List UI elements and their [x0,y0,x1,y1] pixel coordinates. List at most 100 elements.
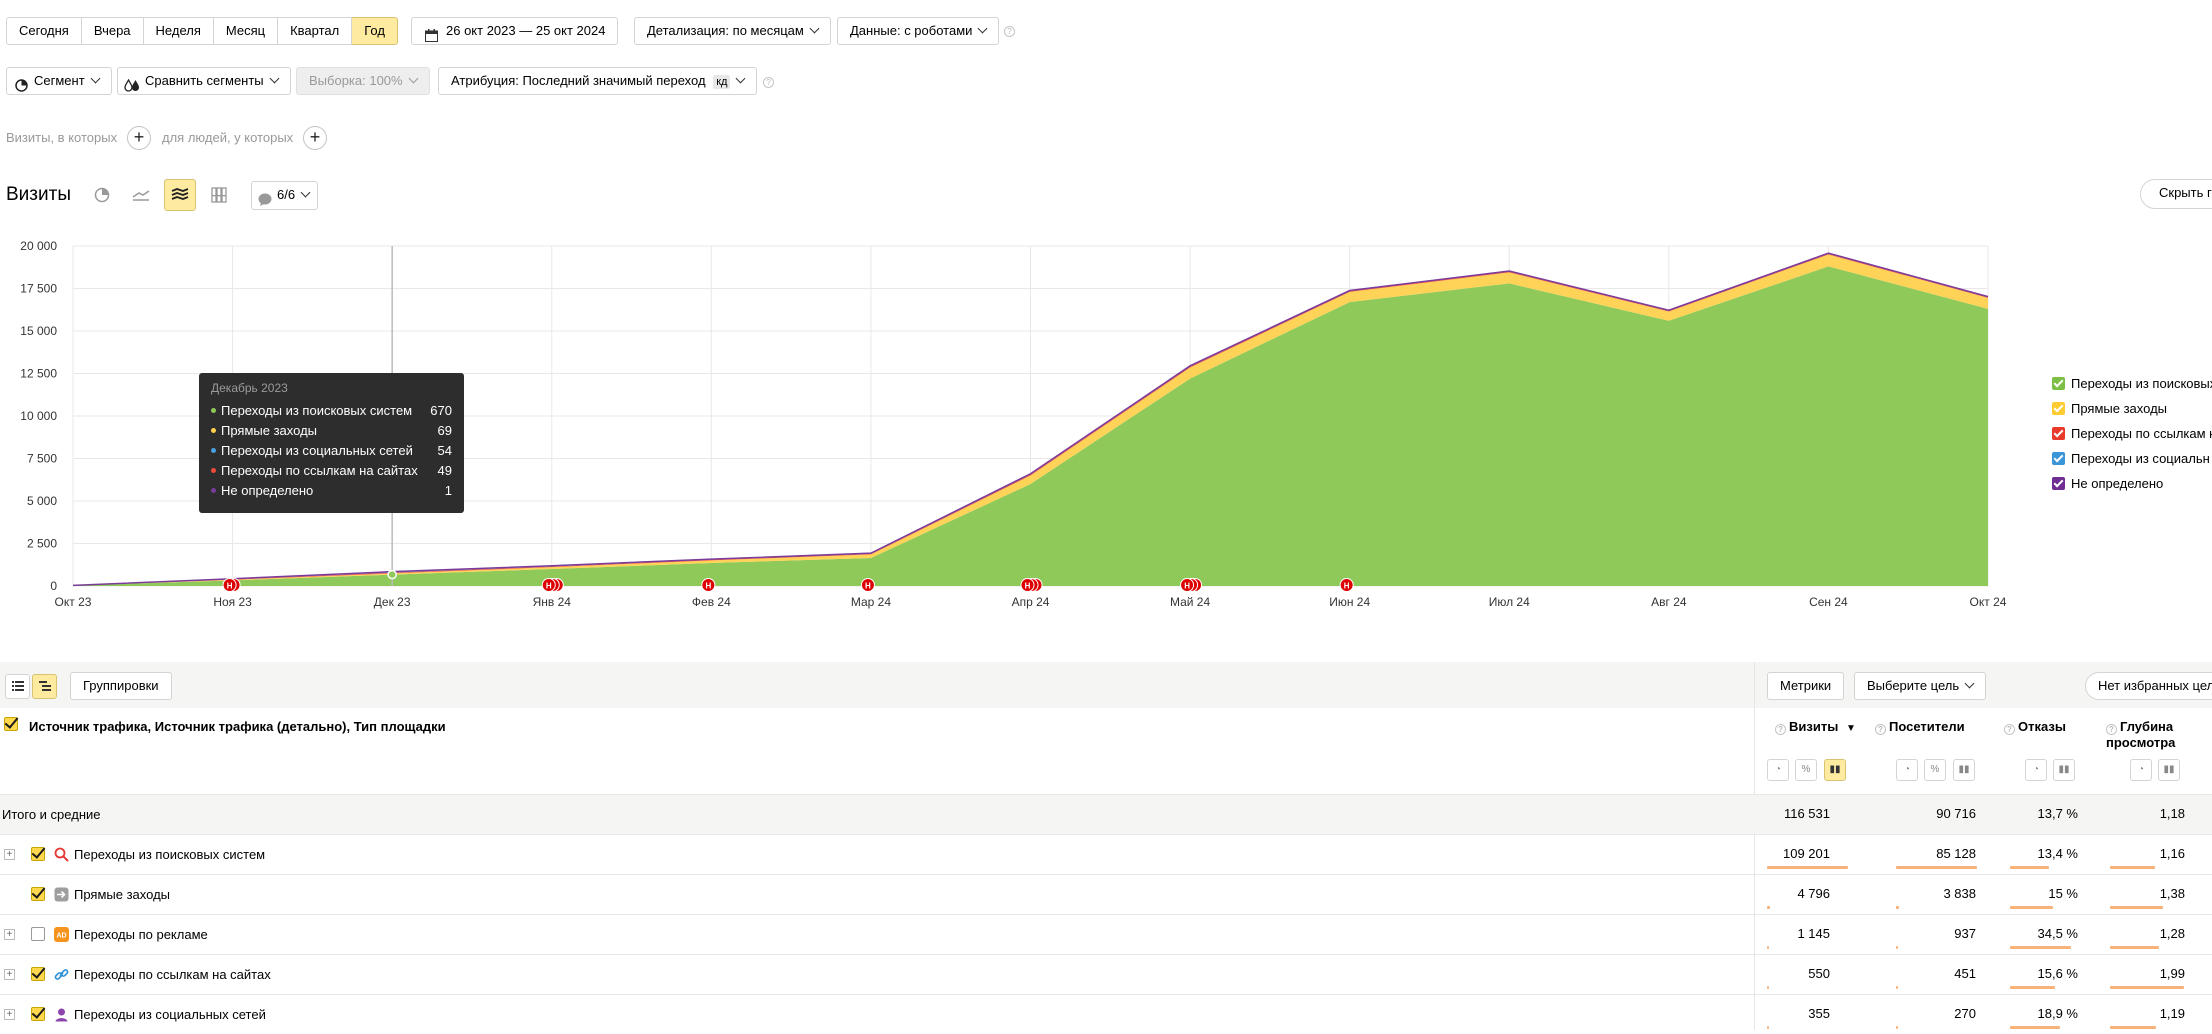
row-checkbox[interactable] [31,887,45,901]
row-checkbox[interactable] [31,847,45,861]
row-depth: 1,19 [2159,1006,2185,1021]
add-people-filter-button[interactable]: + [303,126,327,150]
segment-dropdown[interactable]: Сегмент [6,67,112,95]
legend-item[interactable]: Не определено [2052,471,2212,496]
period-today[interactable]: Сегодня [6,17,82,45]
date-range-button[interactable]: 26 окт 2023 — 25 окт 2024 [411,17,619,45]
tooltip-series-name: Не определено [221,482,314,498]
groupings-button[interactable]: Группировки [70,672,172,700]
legend-label: Не определено [2071,476,2164,491]
legend-item[interactable]: Переходы по ссылкам н [2052,421,2212,446]
drops-icon [124,75,140,101]
row-checkbox[interactable] [31,927,45,941]
row-name[interactable]: Переходы по ссылкам на сайтах [74,967,271,982]
row-bounces-bar [2010,866,2049,869]
pie-chart-view-icon[interactable] [86,179,118,211]
column-bounces[interactable]: ? Отказы [2004,719,2066,735]
row-visitors-bar [1896,1026,1898,1029]
detail-dropdown[interactable]: Детализация: по месяцам [634,17,831,45]
period-week[interactable]: Неделя [143,17,214,45]
data-mode-dropdown[interactable]: Данные: с роботами [837,17,1000,45]
legend-label: Переходы по ссылкам н [2071,426,2212,441]
annotation-marker-label: Н [227,582,233,591]
legend-checkbox[interactable] [2052,477,2065,490]
legend-label: Переходы из поисковых [2071,376,2212,391]
column-depth[interactable]: ? Глубина просмотра [2106,719,2206,751]
x-tick-label: Ноя 23 [213,595,252,609]
table-row[interactable]: Прямые заходы 4 796 3 838 15 % 1,38 [0,874,2212,914]
add-visit-filter-button[interactable]: + [127,126,151,150]
legend-checkbox[interactable] [2052,452,2065,465]
depth-bars-button[interactable]: ▮▮ [2158,759,2180,781]
tooltip-row: Не определено 1 [211,480,452,500]
legend-item[interactable]: Прямые заходы [2052,396,2212,421]
row-visitors-bar [1896,906,1899,909]
row-name[interactable]: Прямые заходы [74,887,170,902]
legend-checkbox[interactable] [2052,427,2065,440]
x-tick-label: Фев 24 [692,595,731,609]
column-visits[interactable]: ? Визиты ▼ [1775,719,1856,735]
attribution-dropdown[interactable]: Атрибуция: Последний значимый переход кд [438,67,758,95]
totals-label: Итого и средние [2,807,101,822]
row-bounces: 34,5 % [2037,926,2078,941]
row-checkbox[interactable] [31,1007,45,1021]
table-row[interactable]: + Переходы по ссылкам на сайтах 550 451 15,6… [0,954,2212,994]
row-visitors-bar [1896,866,1977,869]
annotation-marker-label: Н [865,582,871,591]
period-month[interactable]: Месяц [213,17,279,45]
expand-row-button[interactable]: + [4,1009,15,1020]
dimensions-header[interactable]: Источник трафика, Источник трафика (дета… [29,719,446,734]
visitors-bars-button[interactable]: ▮▮ [1953,759,1975,781]
row-name[interactable]: Переходы из поисковых систем [74,847,265,862]
help-icon: ? [1775,724,1786,735]
visits-pie-button[interactable]: ◔ [1767,759,1789,781]
table-row[interactable]: + Переходы из поисковых систем 109 201 85 1… [0,834,2212,874]
tree-view-button[interactable] [32,674,57,699]
tooltip-series-name: Переходы по ссылкам на сайтах [221,462,418,478]
row-name[interactable]: Переходы из социальных сетей [74,1007,266,1022]
bounces-pie-button[interactable]: ◔ [2025,759,2047,781]
legend-checkbox[interactable] [2052,402,2065,415]
visitors-pie-button[interactable]: ◔ [1896,759,1918,781]
period-year[interactable]: Год [352,17,398,45]
table-row[interactable]: + AD Переходы по рекламе 1 145 937 34,5 % 1,28 [0,914,2212,954]
x-tick-label: Сен 24 [1809,595,1848,609]
bounces-bars-button[interactable]: ▮▮ [2053,759,2075,781]
annotations-dropdown[interactable]: 6/6 [251,181,319,210]
visitors-percent-button[interactable]: % [1924,759,1946,781]
help-icon[interactable]: ? [763,77,774,88]
row-checkbox[interactable] [31,967,45,981]
goal-dropdown[interactable]: Выберите цель [1854,672,1987,700]
row-visits: 4 796 [1797,886,1830,901]
compare-segments-dropdown[interactable]: Сравнить сегменты [117,67,291,95]
legend-item[interactable]: Переходы из социальн [2052,446,2212,471]
period-quarter[interactable]: Квартал [278,17,353,45]
bar-chart-view-icon[interactable] [203,179,235,211]
y-tick-label: 12 500 [20,367,57,381]
help-icon[interactable]: ? [1004,26,1015,37]
legend-item[interactable]: Переходы из поисковых [2052,371,2212,396]
pie-icon [15,75,28,101]
table-row[interactable]: + Переходы из социальных сетей 355 270 18,9 … [0,994,2212,1034]
compare-label: Сравнить сегменты [145,73,264,88]
legend-checkbox[interactable] [2052,377,2065,390]
favorites-goals-button[interactable]: Нет избранных цел [2085,672,2212,700]
row-visits-bar [1767,986,1769,989]
list-view-button[interactable] [5,674,30,699]
visits-bars-button[interactable]: ▮▮ [1824,759,1846,781]
row-depth: 1,38 [2159,886,2185,901]
row-name[interactable]: Переходы по рекламе [74,927,208,942]
series-dot [211,447,216,453]
hide-chart-button[interactable]: Скрыть гр [2140,179,2212,209]
depth-pie-button[interactable]: ◔ [2130,759,2152,781]
period-yesterday[interactable]: Вчера [81,17,144,45]
metrics-button[interactable]: Метрики [1767,672,1845,700]
column-visitors[interactable]: ? Посетители [1875,719,1965,735]
line-chart-view-icon[interactable] [125,179,157,211]
expand-row-button[interactable]: + [4,929,15,940]
expand-row-button[interactable]: + [4,849,15,860]
visits-percent-button[interactable]: % [1795,759,1817,781]
expand-row-button[interactable]: + [4,969,15,980]
select-all-checkbox[interactable] [4,717,18,731]
area-chart-view-icon[interactable] [164,179,196,211]
